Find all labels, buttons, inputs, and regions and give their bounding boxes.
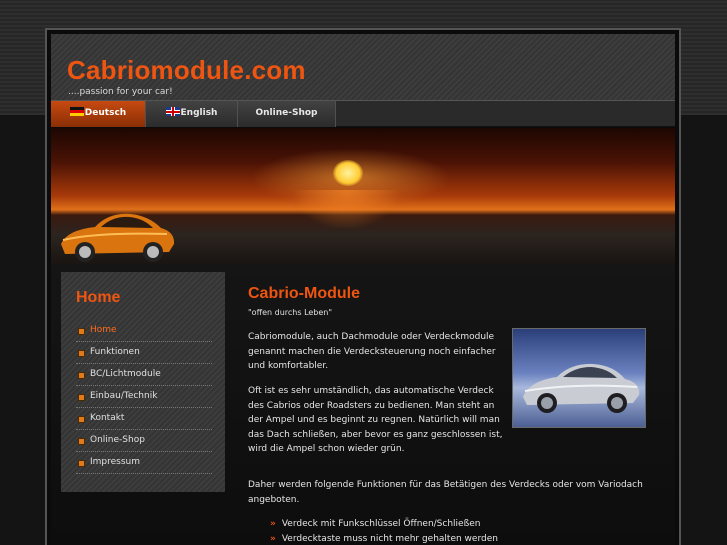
gb-flag-icon	[165, 107, 180, 116]
chevron-right-icon: »	[270, 519, 276, 529]
sidebar-item-einbau-technik[interactable]: Einbau/Technik	[76, 386, 212, 408]
de-flag-icon	[69, 107, 84, 116]
nav-label: Online-Shop	[255, 108, 318, 118]
header-banner-image	[51, 128, 675, 264]
feature-label: Verdeck mit Funkschlüssel Öffnen/Schließ…	[281, 519, 481, 529]
site-tagline: ....passion for your car!	[68, 87, 173, 97]
sidebar-item-funktionen[interactable]: Funktionen	[76, 342, 212, 364]
main-content: Cabrio-Module "offen durchs Leben" Cabri…	[248, 272, 668, 544]
sidebar-item-kontakt[interactable]: Kontakt	[76, 408, 212, 430]
feature-list: » Verdeck mit Funkschlüssel Öffnen/Schlie…	[270, 517, 498, 545]
feature-label: Verdecktaste muss nicht mehr gehalten we…	[281, 533, 498, 544]
nav-label: Deutsch	[84, 108, 127, 118]
content-area: Home Home Funktionen BC/Lichtmodule Einb…	[51, 264, 675, 545]
silver-car-image	[512, 328, 646, 428]
page-motto: "offen durchs Leben"	[248, 308, 333, 317]
water-reflection	[291, 190, 401, 230]
sidebar-item-bc-lichtmodule[interactable]: BC/Lichtmodule	[76, 364, 212, 386]
nav-deutsch[interactable]: Deutsch	[51, 101, 146, 127]
sidebar-item-impressum[interactable]: Impressum	[76, 452, 212, 474]
page-container: Cabriomodule.com ....passion for your ca…	[45, 28, 681, 545]
chevron-right-icon: »	[270, 533, 276, 544]
site-header: Cabriomodule.com ....passion for your ca…	[51, 34, 675, 100]
offer-paragraph: Daher werden folgende Funktionen für das…	[248, 480, 643, 505]
sidebar: Home Home Funktionen BC/Lichtmodule Einb…	[61, 272, 225, 492]
list-item: » Verdecktaste muss nicht mehr gehalten w…	[270, 532, 498, 545]
silver-car-graphic	[523, 363, 640, 413]
nav-english[interactable]: English	[146, 101, 238, 127]
intro-paragraph: Cabriomodule, auch Dachmodule oder Verde…	[248, 332, 496, 371]
sun-image	[333, 160, 363, 186]
sidebar-menu: Home Funktionen BC/Lichtmodule Einbau/Te…	[76, 320, 212, 474]
nav-label: English	[180, 108, 218, 118]
page-title: Cabrio-Module	[248, 285, 360, 302]
site-logo[interactable]: Cabriomodule.com	[67, 55, 306, 86]
list-item: » Verdeck mit Funkschlüssel Öffnen/Schlie…	[270, 517, 498, 532]
nav-online-shop[interactable]: Online-Shop	[238, 101, 336, 127]
language-nav: Deutsch English Online-Shop	[51, 100, 675, 127]
description-paragraph: Oft ist es sehr umständlich, das automat…	[248, 386, 503, 454]
sidebar-title: Home	[76, 289, 121, 306]
orange-car-image	[61, 213, 175, 262]
sidebar-item-online-shop[interactable]: Online-Shop	[76, 430, 212, 452]
sidebar-item-home[interactable]: Home	[76, 320, 212, 342]
